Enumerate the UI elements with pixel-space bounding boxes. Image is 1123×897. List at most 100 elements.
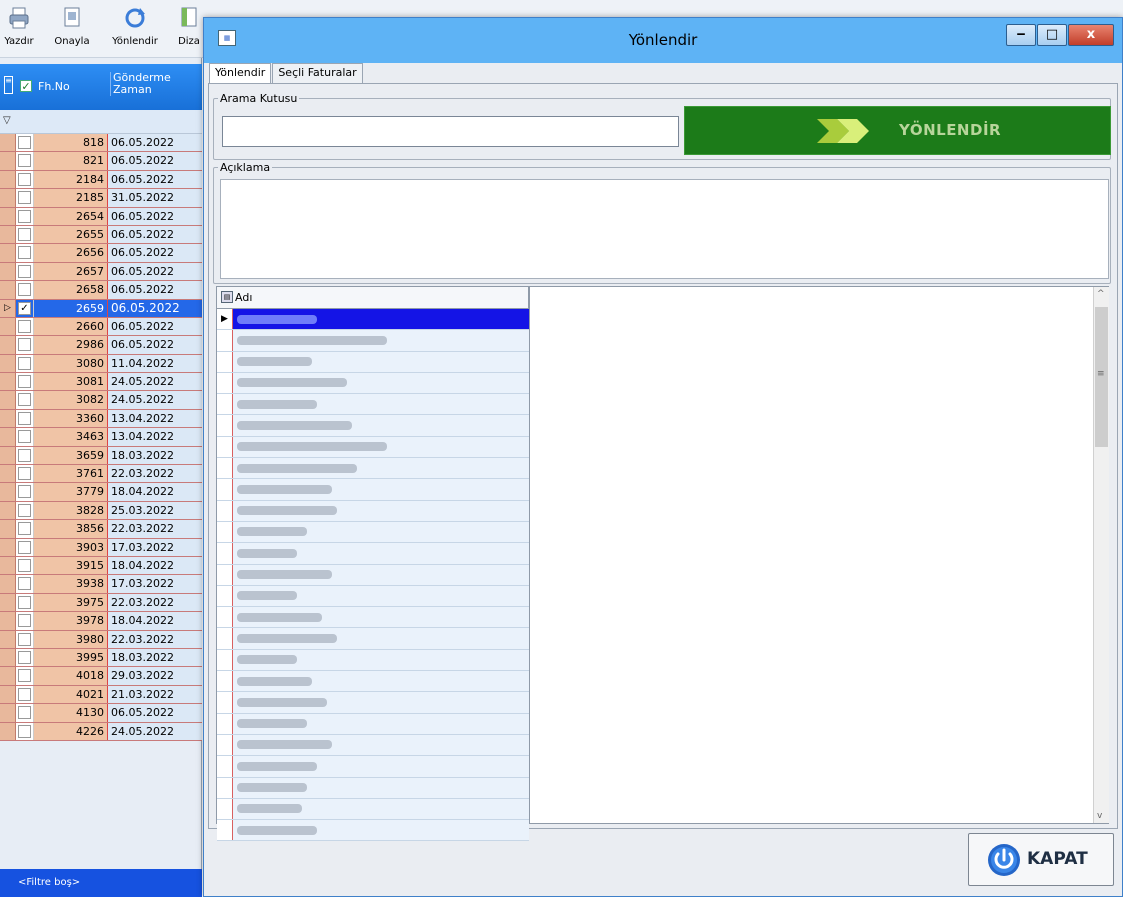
row-checkbox[interactable] [16, 520, 34, 538]
checkbox-box[interactable] [18, 687, 31, 701]
list-item[interactable] [217, 756, 529, 778]
arrange-button[interactable]: Diza [176, 4, 202, 54]
list-item[interactable] [217, 458, 529, 480]
checkbox-box[interactable] [18, 485, 31, 499]
row-checkbox[interactable] [16, 556, 34, 575]
table-row[interactable]: 3915 18.04.2022 [0, 556, 202, 576]
approve-button[interactable]: Onayla [52, 4, 92, 54]
row-checkbox[interactable] [16, 225, 34, 244]
checkbox-box[interactable] [18, 264, 31, 278]
row-checkbox[interactable] [16, 667, 34, 685]
redirect-toolbar-button[interactable]: Yönlendir [108, 4, 162, 54]
table-row[interactable]: 2655 06.05.2022 [0, 225, 202, 245]
checkbox-box[interactable] [18, 724, 31, 738]
list-item[interactable] [217, 521, 529, 544]
table-row[interactable]: 4130 06.05.2022 [0, 704, 202, 723]
scroll-up-icon[interactable]: ^ [1097, 289, 1105, 299]
list-item[interactable] [217, 372, 529, 395]
tab-yonlendir[interactable]: Yönlendir [209, 63, 272, 85]
table-row[interactable]: 3975 22.03.2022 [0, 593, 202, 613]
row-checkbox[interactable] [16, 501, 34, 520]
kapat-button[interactable]: KAPAT [968, 833, 1114, 886]
row-checkbox[interactable] [16, 575, 34, 593]
checkbox-box[interactable] [18, 467, 31, 481]
table-row[interactable]: 818 06.05.2022 [0, 134, 202, 153]
row-checkbox[interactable] [16, 354, 34, 373]
table-row[interactable]: 3828 25.03.2022 [0, 501, 202, 521]
checkbox-box[interactable] [18, 375, 31, 389]
row-checkbox[interactable] [16, 685, 34, 704]
list-item[interactable] [217, 351, 529, 373]
table-row[interactable]: 4018 29.03.2022 [0, 667, 202, 686]
row-checkbox[interactable] [16, 170, 34, 189]
list-item[interactable] [217, 330, 529, 352]
table-row[interactable]: 3080 11.04.2022 [0, 354, 202, 374]
table-row[interactable]: 4226 24.05.2022 [0, 722, 202, 741]
row-checkbox[interactable] [16, 630, 34, 648]
list-item[interactable] [217, 500, 529, 522]
row-checkbox[interactable] [16, 465, 34, 483]
list-item[interactable] [217, 713, 529, 735]
checkbox-box[interactable] [18, 246, 31, 260]
row-checkbox[interactable] [16, 704, 34, 722]
checkbox-box[interactable] [18, 632, 31, 646]
table-row[interactable]: 2660 06.05.2022 [0, 317, 202, 337]
row-checkbox[interactable] [16, 538, 34, 556]
column-header-adi[interactable]: Adı [235, 291, 252, 304]
list-item[interactable] [217, 798, 529, 821]
list-item[interactable] [217, 564, 529, 586]
table-row[interactable]: 3779 18.04.2022 [0, 483, 202, 502]
list-item[interactable] [217, 628, 529, 650]
row-checkbox[interactable] [16, 648, 34, 667]
checkbox-box[interactable] [18, 595, 31, 609]
checkbox-box[interactable] [18, 283, 31, 297]
table-row[interactable]: 3978 18.04.2022 [0, 612, 202, 631]
description-textarea[interactable] [220, 179, 1109, 279]
table-row[interactable]: 3856 22.03.2022 [0, 520, 202, 539]
filter-status-bar[interactable]: <Filtre boş> [0, 869, 202, 897]
tab-secli-faturalar[interactable]: Seçli Faturalar [272, 63, 363, 83]
list-item[interactable] [217, 394, 529, 416]
row-checkbox[interactable] [16, 281, 34, 299]
row-checkbox[interactable] [16, 593, 34, 612]
checkbox-box[interactable] [18, 577, 31, 591]
row-checkbox[interactable]: ✓ [16, 299, 34, 317]
checkbox-box[interactable] [18, 669, 31, 683]
row-checkbox[interactable] [16, 428, 34, 446]
table-row[interactable]: 2658 06.05.2022 [0, 281, 202, 300]
column-chooser-icon[interactable]: ≡ [4, 76, 13, 94]
checkbox-box[interactable] [18, 172, 31, 186]
row-checkbox[interactable] [16, 262, 34, 281]
column-header-gonderme-zaman[interactable]: Gönderme Zaman [110, 72, 200, 96]
checkbox-box[interactable] [18, 448, 31, 462]
list-item[interactable] [217, 415, 529, 437]
row-checkbox[interactable] [16, 152, 34, 170]
checkbox-box[interactable] [18, 191, 31, 205]
table-row[interactable]: 3938 17.03.2022 [0, 575, 202, 594]
checkbox-box[interactable] [18, 319, 31, 333]
list-item[interactable] [217, 820, 529, 842]
row-checkbox[interactable] [16, 373, 34, 391]
close-window-button[interactable]: x [1068, 24, 1114, 46]
row-checkbox[interactable] [16, 483, 34, 501]
list-item[interactable] [217, 671, 529, 693]
table-row[interactable]: 3659 18.03.2022 [0, 446, 202, 466]
checkbox-box[interactable] [18, 540, 31, 554]
list-item[interactable] [217, 607, 529, 629]
list-item[interactable] [217, 436, 529, 459]
table-row[interactable]: 2657 06.05.2022 [0, 262, 202, 282]
row-checkbox[interactable] [16, 446, 34, 465]
column-header-fh-no[interactable]: Fh.No [38, 80, 70, 93]
checkbox-box[interactable] [18, 154, 31, 168]
print-button[interactable]: Yazdır [4, 4, 34, 54]
table-row[interactable]: 3903 17.03.2022 [0, 538, 202, 557]
row-checkbox[interactable] [16, 189, 34, 207]
list-item[interactable] [217, 585, 529, 608]
table-row[interactable]: 3463 13.04.2022 [0, 428, 202, 447]
checkbox-box[interactable] [18, 136, 31, 149]
list-item[interactable] [217, 479, 529, 501]
row-checkbox[interactable] [16, 207, 34, 225]
minimize-button[interactable]: ‒ [1006, 24, 1036, 46]
checkbox-box[interactable] [18, 503, 31, 517]
grid-corner-icon[interactable]: ▤ [221, 291, 233, 303]
